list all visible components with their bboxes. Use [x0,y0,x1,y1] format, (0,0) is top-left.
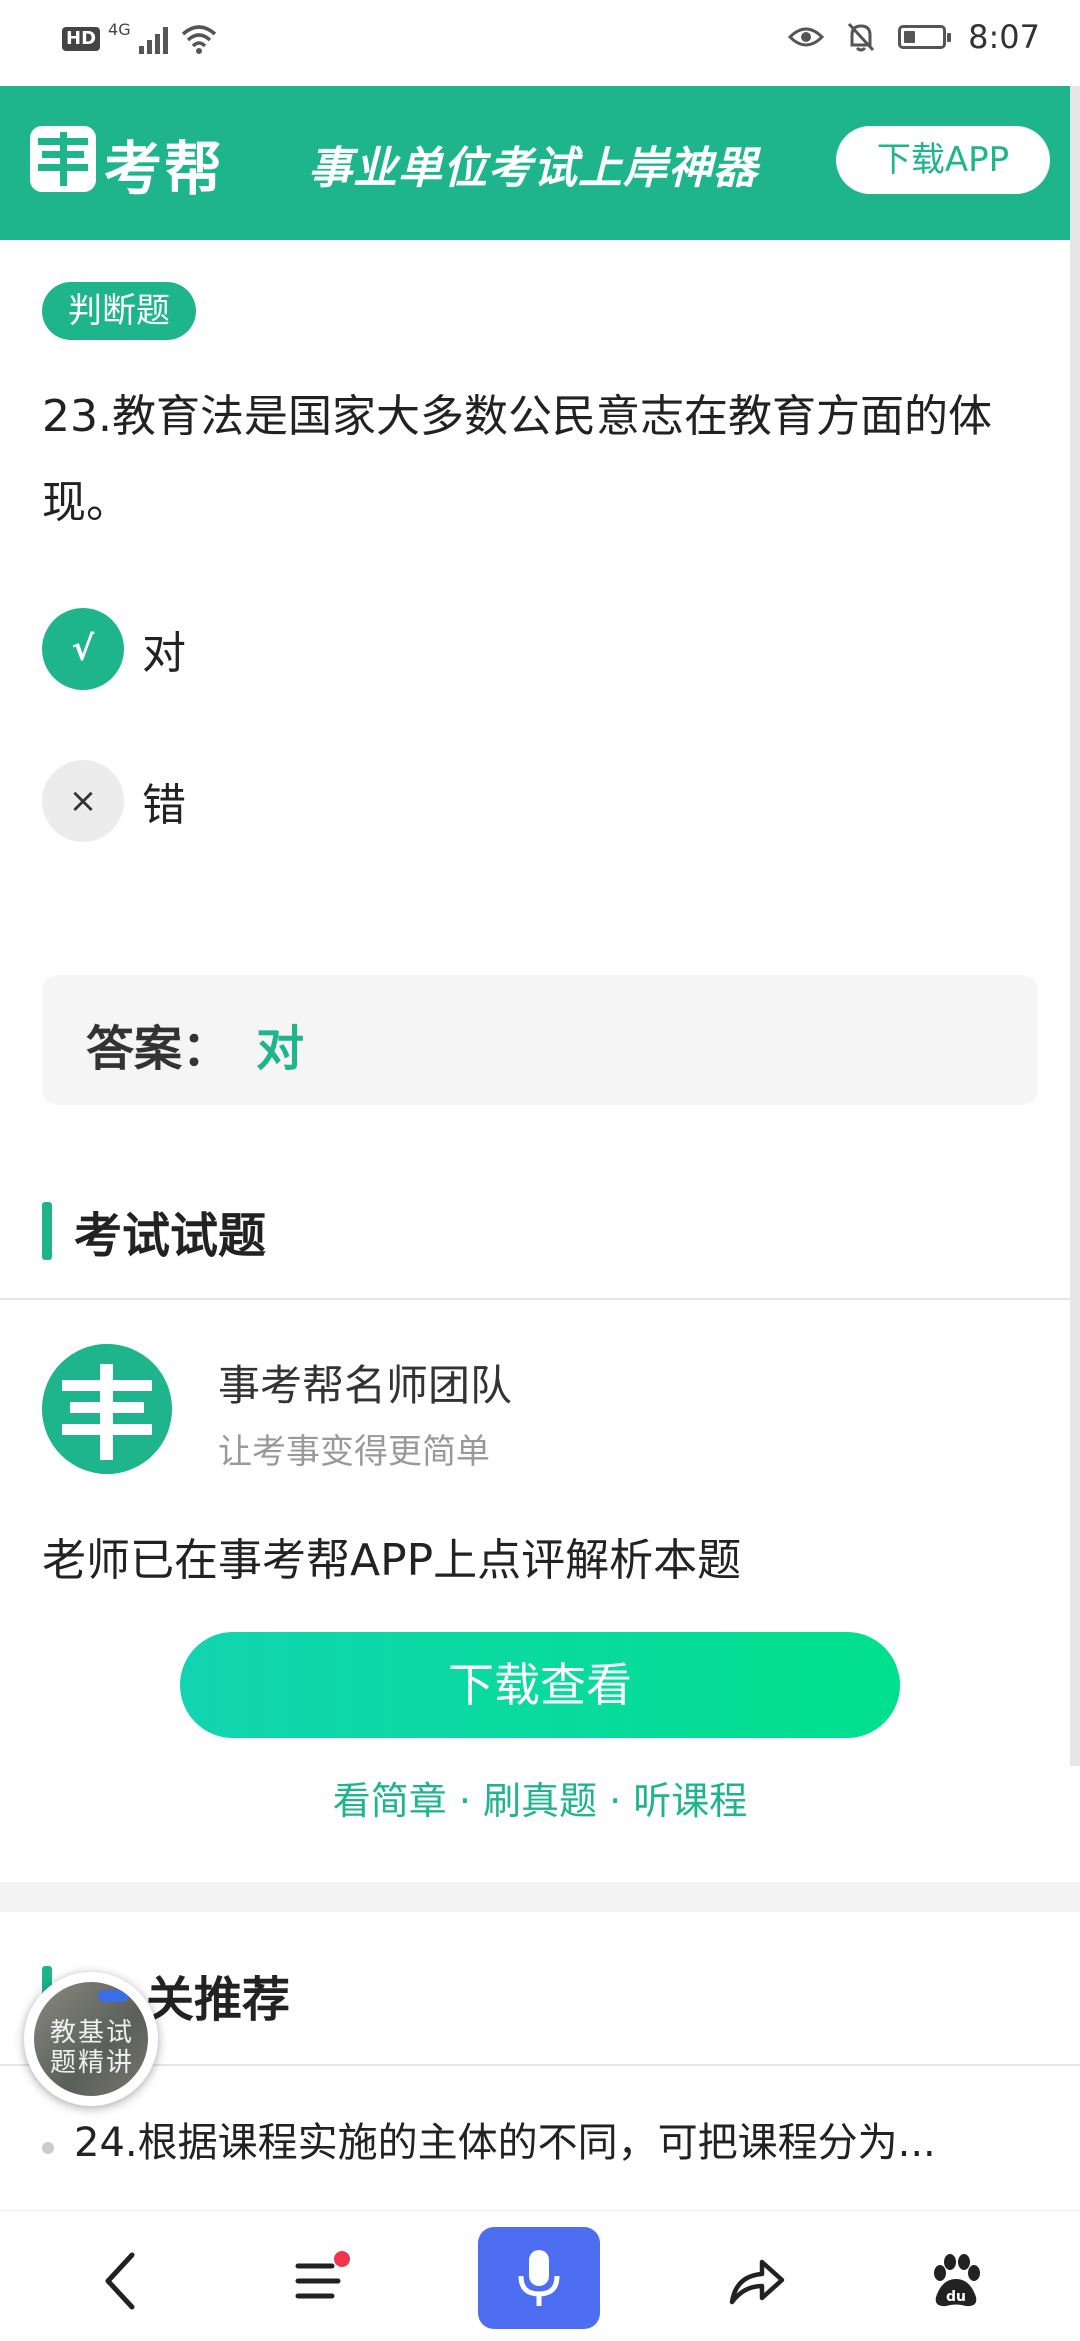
option-false[interactable]: × 错 [42,760,186,842]
option-label: 对 [142,628,186,679]
download-view-button[interactable]: 下载查看 [180,1632,900,1738]
thumbnail-text: 教基试题精讲 [49,2018,134,2078]
share-icon [729,2259,785,2305]
app-logo-text: 考帮 [104,135,225,203]
battery-icon [898,25,952,49]
back-button[interactable] [70,2231,170,2331]
banner-slogan: 事业单位考试上岸神器 [308,143,758,194]
app-banner[interactable]: 考帮 事业单位考试上岸神器 下载APP [0,86,1080,240]
bullet-icon [42,2142,54,2154]
download-app-button[interactable]: 下载APP [836,126,1050,194]
floating-video-thumbnail[interactable]: 教基试题精讲 [24,1972,158,2106]
check-icon: √ [42,608,124,690]
baidu-home-button[interactable]: du [906,2231,1006,2331]
baidu-paw-icon: du [934,2254,980,2307]
section-accent-bar [42,1202,52,1260]
clock: 8:07 [968,18,1040,56]
thumbnail-badge [98,1990,128,2002]
teacher-name: 事考帮名师团队 [218,1361,513,1410]
thumbnail-image: 教基试题精讲 [34,1982,148,2096]
section-title: 考试试题 [74,1208,267,1264]
answer-box: 答案： 对 [42,975,1038,1105]
scrollbar[interactable] [1070,86,1080,1766]
status-right: 8:07 [788,18,1040,56]
divider [0,2064,1080,2066]
cross-icon: × [42,760,124,842]
wifi-icon [181,25,216,54]
question-type-tag: 判断题 [42,282,196,340]
option-label: 错 [142,780,186,831]
svg-text:du: du [946,2289,966,2305]
app-logo-icon [42,1344,172,1474]
bell-off-icon [848,22,875,52]
list-item[interactable]: 24.根据课程实施的主体的不同，可把课程分为... [42,2110,936,2168]
teacher-subtitle: 让考事变得更简单 [218,1432,490,1472]
bottom-navigation: du [0,2210,1080,2341]
hd-badge: HD [62,27,101,51]
divider [0,1298,1080,1300]
app-logo-icon [30,126,96,192]
section-separator [0,1882,1080,1912]
battery-level [904,31,916,43]
teacher-avatar [42,1344,172,1474]
status-bar: HD 4G 8:07 [0,0,1080,86]
share-button[interactable] [706,2231,806,2331]
answer-value: 对 [256,1021,305,1077]
section-title: 关推荐 [146,1972,291,2028]
option-true[interactable]: √ 对 [42,608,186,690]
related-question-link[interactable]: 24.根据课程实施的主体的不同，可把课程分为... [74,2110,936,2168]
network-type: 4G [108,19,131,39]
microphone-icon [518,2250,560,2306]
signal-icon [138,27,168,54]
menu-button[interactable] [272,2231,372,2331]
feature-links[interactable]: 看简章 · 刷真题 · 听课程 [0,1770,1080,1825]
exam-section-heading: 考试试题 [42,1196,266,1266]
question-text: 23.教育法是国家大多数公民意志在教育方面的体现。 [42,391,992,528]
status-left: HD 4G [62,20,217,54]
voice-search-button[interactable] [478,2227,600,2329]
answer-label: 答案： [86,1021,231,1077]
promo-text: 老师已在事考帮APP上点评解析本题 [42,1535,742,1586]
eye-icon [788,27,825,47]
back-icon [105,2252,135,2310]
notification-dot [334,2251,350,2267]
